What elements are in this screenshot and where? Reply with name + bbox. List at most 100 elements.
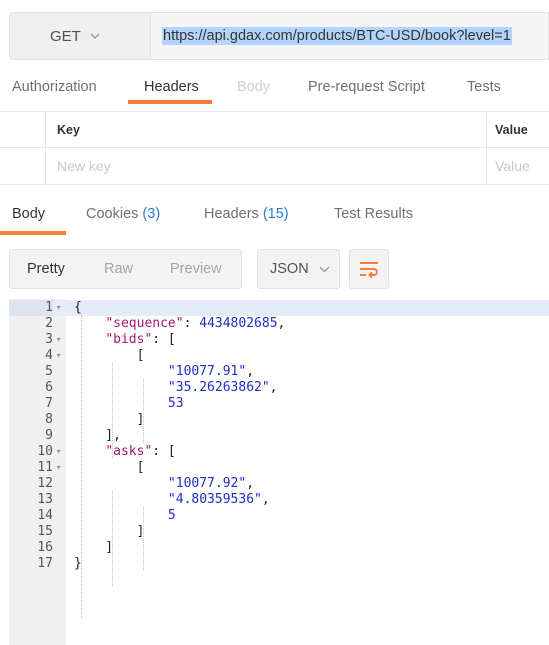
tab-tests[interactable]: Tests xyxy=(467,79,501,95)
line-number: 5 xyxy=(45,364,53,379)
tab-test-results[interactable]: Test Results xyxy=(334,206,413,222)
code-text: ] xyxy=(74,524,145,539)
value-column-header: Value xyxy=(495,123,528,137)
fold-toggle-icon[interactable]: ▾ xyxy=(56,444,66,460)
cookies-count: (3) xyxy=(142,206,161,222)
code-line: 11 ▾ [ xyxy=(9,460,549,476)
line-number: 8 xyxy=(45,412,53,427)
line-number: 15 xyxy=(37,524,53,539)
line-number: 2 xyxy=(45,316,53,331)
raw-button[interactable]: Raw xyxy=(104,250,133,288)
method-select[interactable]: GET xyxy=(9,12,150,60)
code-line: 17} xyxy=(9,556,549,572)
indent-guide xyxy=(143,507,144,571)
cookies-label: Cookies xyxy=(86,206,139,222)
tab-authorization[interactable]: Authorization xyxy=(12,79,97,95)
response-body-editor[interactable]: 1 ▾{2 "sequence": 4434802685, 3 ▾ "bids": [… xyxy=(9,299,549,645)
indent-guide xyxy=(112,363,113,459)
column-divider xyxy=(45,111,46,185)
fold-toggle-icon[interactable]: ▾ xyxy=(56,460,66,476)
key-column-header: Key xyxy=(57,123,80,137)
line-number: 6 xyxy=(45,380,53,395)
line-number: 11 xyxy=(37,460,53,475)
code-text: [ xyxy=(74,348,145,363)
code-text: "10077.92", xyxy=(167,476,255,491)
code-line: 2 "sequence": 4434802685, xyxy=(9,316,549,332)
code-line: 1 ▾ { xyxy=(9,300,549,316)
line-number: 14 xyxy=(37,508,53,523)
code-line: 9 ], xyxy=(9,428,549,444)
method-label: GET xyxy=(50,27,81,45)
new-key-input[interactable]: New key xyxy=(57,148,111,184)
code-text: "bids": [ xyxy=(105,332,176,347)
column-divider xyxy=(486,111,487,185)
request-tabs: Authorization Headers Body Pre-request S… xyxy=(0,74,549,104)
indent-guide xyxy=(81,315,82,619)
indent-guide xyxy=(143,379,144,443)
request-bar: GET https://api.gdax.com/products/BTC-US… xyxy=(9,12,549,60)
wrap-lines-icon xyxy=(360,262,378,278)
fold-toggle-icon[interactable]: ▾ xyxy=(56,332,66,348)
table-header-row: Key Value xyxy=(0,111,549,148)
code-text: 53 xyxy=(167,396,184,411)
line-number: 10 xyxy=(37,444,53,459)
new-value-input[interactable]: Value xyxy=(495,148,530,184)
code-line: 12 "10077.92", xyxy=(9,476,549,492)
code-text: "4.80359536", xyxy=(167,492,270,507)
view-mode-group: Pretty Raw Preview xyxy=(9,249,242,289)
format-label: JSON xyxy=(270,261,309,277)
active-tab-indicator xyxy=(0,231,66,235)
code-line: 14 5 xyxy=(9,508,549,524)
wrap-lines-button[interactable] xyxy=(349,249,389,289)
response-tabs: Body Cookies (3) Headers (15) Test Resul… xyxy=(0,201,549,235)
headers-count: (15) xyxy=(262,206,289,222)
fold-toggle-icon[interactable]: ▾ xyxy=(56,348,66,364)
code-line: 3 ▾ "bids": [ xyxy=(9,332,549,348)
line-number: 7 xyxy=(45,396,53,411)
pretty-button[interactable]: Pretty xyxy=(27,250,65,288)
code-text: "asks": [ xyxy=(105,444,176,459)
chevron-down-icon xyxy=(319,266,330,273)
headers-table: Key Value New key Value xyxy=(0,111,549,185)
line-number: 12 xyxy=(37,476,53,491)
active-tab-indicator xyxy=(128,100,212,104)
fold-toggle-icon[interactable]: ▾ xyxy=(56,300,66,316)
code-text: "sequence": 4434802685, xyxy=(105,316,286,331)
code-line: 4 ▾ [ xyxy=(9,348,549,364)
tab-cookies[interactable]: Cookies (3) xyxy=(86,206,160,222)
format-select[interactable]: JSON xyxy=(257,249,340,289)
line-number: 1 xyxy=(9,300,53,316)
code-line: 7 53 xyxy=(9,396,549,412)
code-text: "10077.91", xyxy=(167,364,255,379)
code-line: 13 "4.80359536", xyxy=(9,492,549,508)
code-line: 8 ] xyxy=(9,412,549,428)
headers-label: Headers xyxy=(204,206,259,222)
line-number: 3 xyxy=(45,332,53,347)
code-text: { xyxy=(74,300,82,315)
preview-button[interactable]: Preview xyxy=(170,250,222,288)
chevron-down-icon xyxy=(90,33,100,39)
code-line: 15 ] xyxy=(9,524,549,540)
tab-headers[interactable]: Headers xyxy=(144,79,199,95)
line-number: 17 xyxy=(37,556,53,571)
line-number: 13 xyxy=(37,492,53,507)
code-line: 6 "35.26263862", xyxy=(9,380,549,396)
table-row: New key Value xyxy=(0,148,549,185)
tab-response-body[interactable]: Body xyxy=(12,206,45,222)
line-number: 16 xyxy=(37,540,53,555)
indent-guide xyxy=(112,491,113,587)
url-input[interactable]: https://api.gdax.com/products/BTC-USD/bo… xyxy=(150,12,549,60)
tab-pre-request-script[interactable]: Pre-request Script xyxy=(308,79,425,95)
code-text: ] xyxy=(74,412,145,427)
line-number: 9 xyxy=(45,428,53,443)
code-text: [ xyxy=(74,460,145,475)
url-text: https://api.gdax.com/products/BTC-USD/bo… xyxy=(162,27,512,45)
code-line: 16 ] xyxy=(9,540,549,556)
tab-response-headers[interactable]: Headers (15) xyxy=(204,206,289,222)
code-text: ] xyxy=(74,540,114,555)
code-text: "35.26263862", xyxy=(167,380,278,395)
code-line: 10 ▾ "asks": [ xyxy=(9,444,549,460)
tab-body[interactable]: Body xyxy=(237,79,270,95)
code-text: 5 xyxy=(167,508,176,523)
code-line: 5 "10077.91", xyxy=(9,364,549,380)
